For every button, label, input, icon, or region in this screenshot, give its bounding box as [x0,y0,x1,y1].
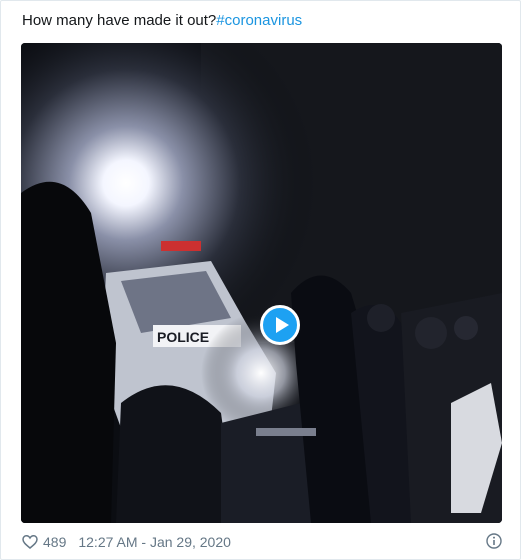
tweet-footer: 489 12:27 AM - Jan 29, 2020 [22,532,502,552]
tweet-text: How many have made it out?#coronavirus [22,11,302,31]
embedded-tweet-card: How many have made it out?#coronavirus P… [0,0,521,560]
video-thumbnail: POLICE [21,43,502,523]
play-icon [276,317,289,333]
heart-icon[interactable] [22,534,38,550]
video-player[interactable]: POLICE [21,43,502,523]
timestamp-link[interactable]: 12:27 AM - Jan 29, 2020 [78,534,231,550]
hashtag-link[interactable]: #coronavirus [216,12,302,29]
tweet-body: How many have made it out? [22,12,217,29]
like-count[interactable]: 489 [43,534,66,550]
police-label: POLICE [157,329,209,345]
play-button[interactable] [260,305,300,345]
info-icon[interactable] [486,533,502,549]
